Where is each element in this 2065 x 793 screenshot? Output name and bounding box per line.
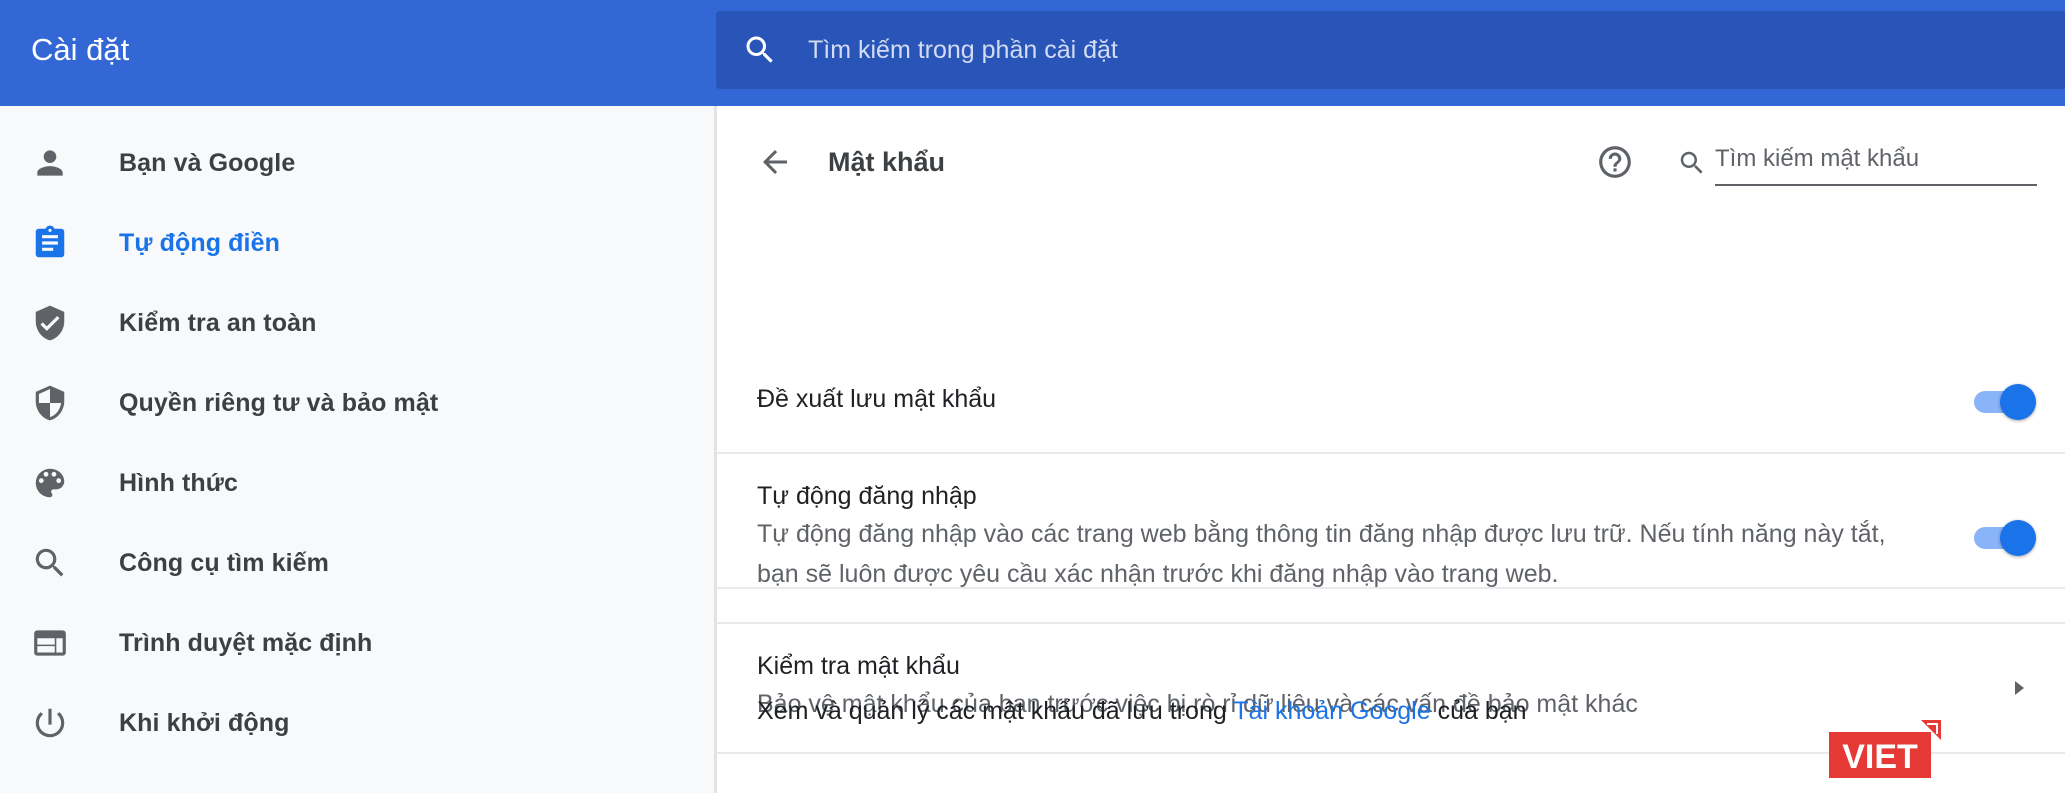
sidebar-item-label: Khi khởi động <box>119 709 290 737</box>
sidebar: Bạn và Google Tự động điền Kiểm tra an t… <box>0 106 714 793</box>
search-icon <box>35 548 64 577</box>
shield-check-icon <box>35 305 65 341</box>
manage-passwords-text: Xem và quản lý các mật khẩu đã lưu trong… <box>757 695 1527 727</box>
check-passwords-label: Kiểm tra mật khẩu <box>757 652 960 680</box>
browser-icon <box>34 630 66 656</box>
chevron-right-icon <box>2015 681 2024 695</box>
sidebar-item-label: Tự động điền <box>119 229 280 257</box>
sidebar-item-autofill[interactable]: Tự động điền <box>0 202 714 282</box>
person-icon <box>37 150 63 176</box>
sidebar-item-you-and-google[interactable]: Bạn và Google <box>0 122 714 202</box>
viet-logo: VIET <box>1829 720 1941 778</box>
clipboard-icon <box>35 225 65 258</box>
auto-signin-label: Tự động đăng nhập <box>757 482 977 510</box>
manage-suffix: của bạn <box>1430 697 1527 725</box>
shield-icon <box>35 385 65 421</box>
search-icon <box>746 36 773 63</box>
sidebar-item-privacy-security[interactable]: Quyền riêng tư và bảo mật <box>0 362 714 442</box>
sidebar-item-label: Công cụ tìm kiếm <box>119 549 329 577</box>
power-icon <box>35 708 65 738</box>
password-search <box>1677 140 2037 186</box>
sidebar-item-label: Hình thức <box>119 469 238 497</box>
toggle-knob <box>2000 384 2036 420</box>
help-icon[interactable] <box>1596 143 1634 181</box>
viet-logo-text: VIET <box>1842 738 1918 776</box>
app-title: Cài đặt <box>31 32 130 67</box>
sidebar-item-label: Bạn và Google <box>119 149 296 177</box>
passwords-panel: Mật khẩu Đề xuất lưu mật khẩu Tự động đă… <box>717 106 2065 793</box>
google-account-link[interactable]: Tài khoản Google <box>1233 697 1430 725</box>
sidebar-item-label: Quyền riêng tư và bảo mật <box>119 389 439 417</box>
sidebar-item-default-browser[interactable]: Trình duyệt mặc định <box>0 602 714 682</box>
offer-save-toggle[interactable] <box>1972 382 2036 420</box>
app-header: Cài đặt Tìm kiếm trong phần cài đặt <box>0 0 2065 106</box>
sidebar-item-label: Kiểm tra an toàn <box>119 309 317 337</box>
auto-signin-desc-line1: Tự động đăng nhập vào các trang web bằng… <box>757 520 1886 548</box>
offer-save-setting[interactable]: Đề xuất lưu mật khẩu <box>717 346 2065 454</box>
sidebar-item-label: Trình duyệt mặc định <box>119 629 373 657</box>
password-search-input[interactable] <box>1715 140 2037 186</box>
manage-prefix: Xem và quản lý các mật khẩu đã lưu trong <box>757 697 1234 725</box>
sidebar-item-on-startup[interactable]: Khi khởi động <box>0 682 714 762</box>
sidebar-item-appearance[interactable]: Hình thức <box>0 442 714 522</box>
offer-save-label: Đề xuất lưu mật khẩu <box>757 385 997 413</box>
settings-search-input[interactable]: Tìm kiếm trong phần cài đặt <box>808 34 1118 66</box>
auto-signin-desc-line2: bạn sẽ luôn được yêu cầu xác nhận trước … <box>757 560 1559 588</box>
page-title: Mật khẩu <box>828 147 946 177</box>
auto-signin-setting[interactable]: Tự động đăng nhập Tự động đăng nhập vào … <box>717 454 2065 624</box>
toggle-knob <box>2000 520 2036 556</box>
auto-signin-toggle[interactable] <box>1972 518 2036 556</box>
settings-search-bar[interactable]: Tìm kiếm trong phần cài đặt <box>716 11 2065 89</box>
palette-icon <box>35 468 65 498</box>
sidebar-item-safety-check[interactable]: Kiểm tra an toàn <box>0 282 714 362</box>
back-arrow-icon[interactable] <box>757 144 793 180</box>
sidebar-item-search-engine[interactable]: Công cụ tìm kiếm <box>0 522 714 602</box>
search-icon <box>1680 151 1703 174</box>
